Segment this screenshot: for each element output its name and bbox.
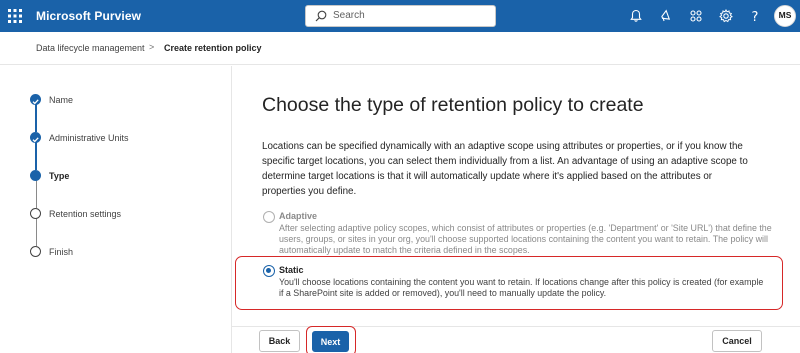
waffle-icon[interactable] bbox=[8, 9, 22, 23]
step-connector bbox=[35, 142, 37, 170]
description-line: users, groups, or sites in your org, you… bbox=[279, 234, 768, 244]
wizard-steps: Name Administrative Units Type Retention… bbox=[0, 66, 232, 353]
intro-line: Locations can be specified dynamically w… bbox=[262, 141, 743, 152]
adaptive-description: After selecting adaptive policy scopes, … bbox=[279, 223, 779, 256]
back-button[interactable]: Back bbox=[259, 330, 300, 352]
step-check-icon bbox=[30, 132, 41, 143]
app-title[interactable]: Microsoft Purview bbox=[36, 9, 141, 23]
step-administrative-units[interactable]: Administrative Units bbox=[49, 133, 129, 143]
step-connector bbox=[35, 104, 37, 132]
page-title: Choose the type of retention policy to c… bbox=[262, 94, 644, 116]
intro-line: determine target locations is that it wi… bbox=[262, 171, 713, 182]
step-connector bbox=[35, 218, 37, 246]
breadcrumb: Data lifecycle management > Create reten… bbox=[0, 32, 800, 65]
description-line: After selecting adaptive policy scopes, … bbox=[279, 223, 772, 233]
intro-text: Locations can be specified dynamically w… bbox=[262, 139, 772, 199]
step-check-icon bbox=[30, 94, 41, 105]
search-placeholder: Search bbox=[333, 10, 365, 21]
share-icon[interactable] bbox=[689, 9, 703, 23]
search-icon bbox=[315, 10, 327, 22]
step-finish: Finish bbox=[49, 247, 74, 257]
next-highlight-annotation bbox=[306, 326, 356, 353]
step-retention-settings: Retention settings bbox=[49, 209, 122, 219]
svg-text:?: ? bbox=[752, 10, 759, 23]
adaptive-title: Adaptive bbox=[279, 211, 318, 221]
step-current-indicator bbox=[30, 170, 41, 181]
breadcrumb-parent-link[interactable]: Data lifecycle management bbox=[36, 43, 145, 53]
static-highlight-annotation bbox=[235, 256, 783, 310]
adaptive-radio[interactable] bbox=[263, 211, 275, 223]
gear-icon[interactable] bbox=[719, 9, 733, 23]
cancel-button[interactable]: Cancel bbox=[712, 330, 762, 352]
chevron-right-icon: > bbox=[149, 42, 155, 52]
step-pending-indicator bbox=[30, 246, 41, 257]
step-connector bbox=[35, 180, 37, 208]
intro-line: properties you define. bbox=[262, 186, 357, 197]
step-name[interactable]: Name bbox=[49, 95, 73, 105]
step-pending-indicator bbox=[30, 208, 41, 219]
description-line: automatically update to match the criter… bbox=[279, 245, 530, 255]
breadcrumb-current: Create retention policy bbox=[164, 43, 262, 53]
avatar[interactable]: MS bbox=[774, 5, 796, 27]
bell-icon[interactable] bbox=[629, 9, 643, 23]
intro-line: specific target locations, you can selec… bbox=[262, 156, 748, 167]
search-box[interactable]: Search bbox=[305, 5, 496, 27]
help-icon[interactable]: ? bbox=[748, 9, 762, 23]
step-type[interactable]: Type bbox=[49, 171, 69, 181]
top-bar: Microsoft Purview Search ? MS bbox=[0, 0, 800, 32]
megaphone-icon[interactable] bbox=[659, 9, 673, 23]
